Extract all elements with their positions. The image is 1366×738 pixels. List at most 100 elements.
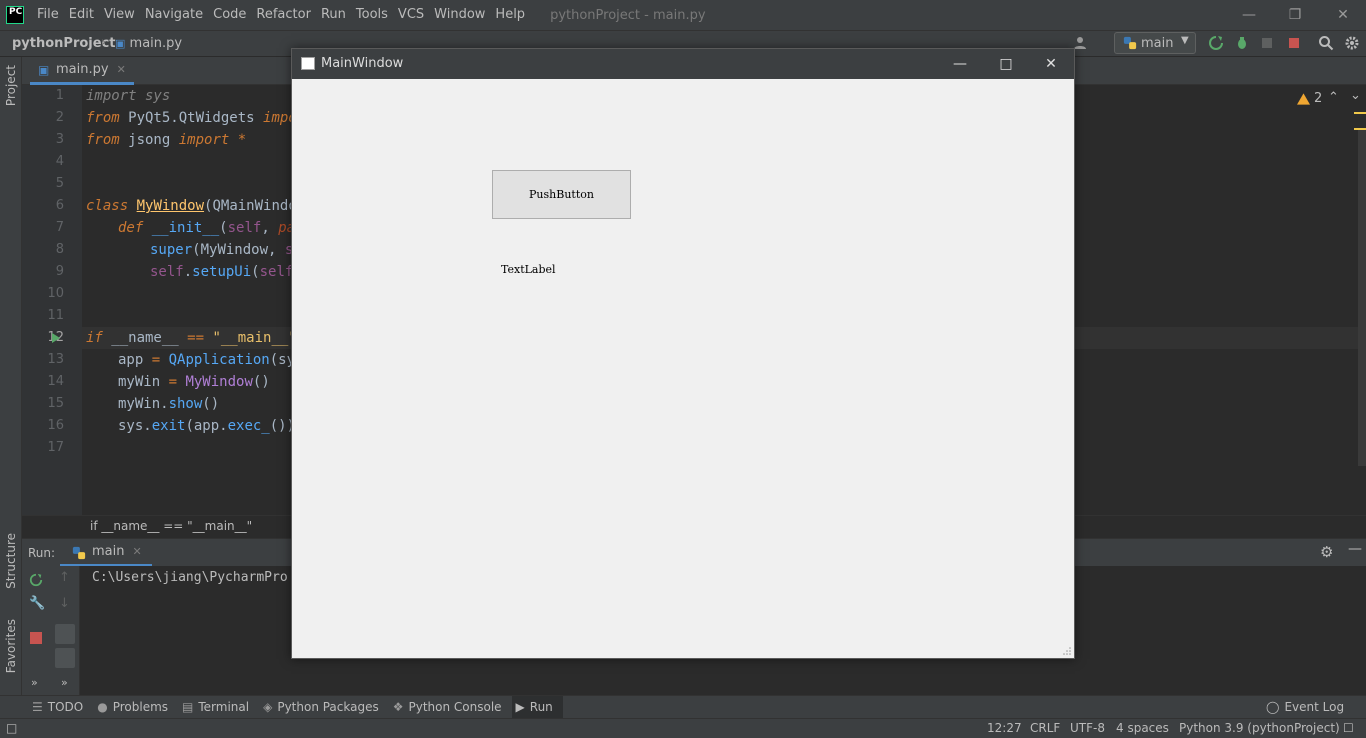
gear-icon[interactable]: ⚙ bbox=[1320, 543, 1333, 561]
qt-title-bar[interactable]: MainWindow — □ ✕ bbox=[292, 49, 1074, 79]
terminal-tab[interactable]: ▤ Terminal bbox=[178, 696, 259, 719]
lock-icon[interactable]: ☐ bbox=[1343, 721, 1354, 735]
code-line-9: self.setupUi(self) bbox=[150, 264, 302, 280]
close-icon[interactable]: ✕ bbox=[1320, 0, 1366, 30]
next-warning-icon[interactable]: ⌄ bbox=[1350, 88, 1361, 103]
bottom-tool-tabs: ☰ TODO ● Problems ▤ Terminal ◈ Python Packag… bbox=[0, 695, 1366, 719]
menu-tools[interactable]: Tools bbox=[351, 0, 393, 30]
more-icon[interactable]: » bbox=[61, 676, 68, 689]
breadcrumb-file[interactable]: ▣ main.py bbox=[115, 36, 182, 51]
python-file-icon: ▣ bbox=[115, 37, 126, 50]
close-icon[interactable]: ✕ bbox=[1028, 49, 1074, 79]
code-line-13: app = QApplication(sys bbox=[118, 352, 304, 368]
indent-setting[interactable]: 4 spaces bbox=[1116, 721, 1169, 735]
minimize-icon[interactable]: — bbox=[1226, 0, 1272, 30]
qt-window-title: MainWindow bbox=[321, 56, 404, 71]
menu-view[interactable]: View bbox=[99, 0, 140, 30]
more-icon[interactable]: » bbox=[31, 676, 38, 689]
left-tool-strip: Project Structure Favorites bbox=[0, 57, 22, 695]
coverage-icon[interactable] bbox=[1260, 35, 1276, 51]
menu-code[interactable]: Code bbox=[208, 0, 251, 30]
menu-window[interactable]: Window bbox=[429, 0, 490, 30]
menu-file[interactable]: File bbox=[32, 0, 64, 30]
scroll-to-end-icon[interactable] bbox=[55, 648, 75, 668]
line-number: 9 bbox=[55, 264, 64, 279]
run-tool-tab[interactable]: ▶ Run bbox=[511, 695, 563, 719]
python-packages-tab[interactable]: ◈ Python Packages bbox=[259, 696, 389, 719]
file-encoding[interactable]: UTF-8 bbox=[1070, 721, 1105, 735]
line-number: 6 bbox=[55, 198, 64, 213]
run-line-icon[interactable] bbox=[51, 333, 61, 343]
rerun-icon[interactable] bbox=[29, 573, 43, 587]
run-tab-main[interactable]: main ✕ bbox=[60, 539, 152, 567]
run-label: Run: bbox=[28, 546, 56, 560]
breadcrumb-project[interactable]: pythonProject bbox=[12, 36, 116, 51]
tab-main-py[interactable]: ▣ main.py ✕ bbox=[30, 57, 134, 85]
layers-icon: ◈ bbox=[263, 700, 273, 714]
vertical-scrollbar[interactable] bbox=[1358, 130, 1366, 466]
line-number: 16 bbox=[47, 418, 64, 433]
warning-indicator[interactable]: 2 bbox=[1297, 91, 1322, 106]
debug-icon[interactable] bbox=[1234, 35, 1250, 51]
pycharm-logo: PC bbox=[6, 6, 24, 24]
problems-tab[interactable]: ● Problems bbox=[93, 696, 178, 719]
code-line-3: from jsong import * bbox=[86, 132, 247, 148]
wrench-icon[interactable]: 🔧 bbox=[29, 596, 45, 611]
code-line-14: myWin = MyWindow() bbox=[118, 374, 270, 390]
arrow-down-icon[interactable]: ↓ bbox=[59, 596, 70, 611]
line-number: 1 bbox=[55, 88, 64, 103]
status-bar: □ 12:27 CRLF UTF-8 4 spaces Python 3.9 (… bbox=[0, 718, 1366, 738]
menu-run[interactable]: Run bbox=[316, 0, 351, 30]
soft-wrap-icon[interactable] bbox=[55, 624, 75, 644]
project-tool-tab[interactable]: Project bbox=[4, 65, 18, 106]
terminal-icon: ▤ bbox=[182, 700, 194, 714]
line-number: 13 bbox=[47, 352, 64, 367]
warning-marker bbox=[1354, 112, 1366, 114]
stop-icon[interactable] bbox=[1286, 35, 1302, 51]
push-button[interactable]: PushButton bbox=[492, 170, 631, 219]
run-config-selector[interactable]: main ▼ bbox=[1114, 32, 1196, 54]
gear-icon[interactable] bbox=[1344, 35, 1360, 51]
python-interpreter[interactable]: Python 3.9 (pythonProject) bbox=[1179, 721, 1340, 735]
code-line-6: class MyWindow(QMainWindow bbox=[86, 198, 306, 214]
close-tab-icon[interactable]: ✕ bbox=[132, 545, 141, 558]
restore-icon[interactable]: ❐ bbox=[1272, 0, 1318, 30]
favorites-tool-tab[interactable]: Favorites bbox=[4, 619, 18, 673]
search-icon[interactable] bbox=[1318, 35, 1334, 51]
prev-warning-icon[interactable]: ⌃ bbox=[1328, 90, 1339, 105]
todo-tab[interactable]: ☰ TODO bbox=[28, 696, 93, 719]
event-log-tab[interactable]: ◯ Event Log bbox=[1266, 695, 1344, 718]
warning-icon bbox=[1297, 92, 1310, 105]
menu-edit[interactable]: Edit bbox=[64, 0, 99, 30]
line-number: 4 bbox=[55, 154, 64, 169]
qt-main-window[interactable]: MainWindow — □ ✕ PushButton TextLabel bbox=[291, 48, 1075, 659]
arrow-up-icon[interactable]: ↑ bbox=[59, 570, 70, 585]
line-separator[interactable]: CRLF bbox=[1030, 721, 1060, 735]
line-number: 10 bbox=[47, 286, 64, 301]
stop-icon[interactable] bbox=[30, 632, 42, 644]
minimize-icon[interactable]: — bbox=[937, 49, 983, 79]
python-console-tab[interactable]: ❖ Python Console bbox=[389, 696, 512, 719]
maximize-icon[interactable]: □ bbox=[983, 49, 1029, 79]
layout-icon[interactable]: □ bbox=[6, 721, 17, 735]
resize-grip-icon[interactable] bbox=[1062, 646, 1072, 656]
line-number: 8 bbox=[55, 242, 64, 257]
code-line-2: from PyQt5.QtWidgets impor bbox=[86, 110, 306, 126]
rerun-icon[interactable] bbox=[1208, 35, 1224, 51]
console-output: C:\Users\jiang\PycharmPro bbox=[92, 570, 288, 585]
hide-panel-icon[interactable]: — bbox=[1348, 541, 1362, 557]
caret-position[interactable]: 12:27 bbox=[987, 721, 1022, 735]
run-icon: ▶ bbox=[515, 700, 525, 714]
menu-refactor[interactable]: Refactor bbox=[251, 0, 316, 30]
code-line-7: def __init__(self, par bbox=[118, 220, 303, 236]
menu-vcs[interactable]: VCS bbox=[393, 0, 429, 30]
menu-navigate[interactable]: Navigate bbox=[140, 0, 208, 30]
info-icon: ● bbox=[97, 700, 108, 714]
line-number: 3 bbox=[55, 132, 64, 147]
close-tab-icon[interactable]: ✕ bbox=[117, 63, 126, 76]
search-icon: ◯ bbox=[1266, 699, 1280, 714]
line-number: 15 bbox=[47, 396, 64, 411]
structure-tool-tab[interactable]: Structure bbox=[4, 533, 18, 589]
line-number: 5 bbox=[55, 176, 64, 191]
menu-help[interactable]: Help bbox=[490, 0, 530, 30]
